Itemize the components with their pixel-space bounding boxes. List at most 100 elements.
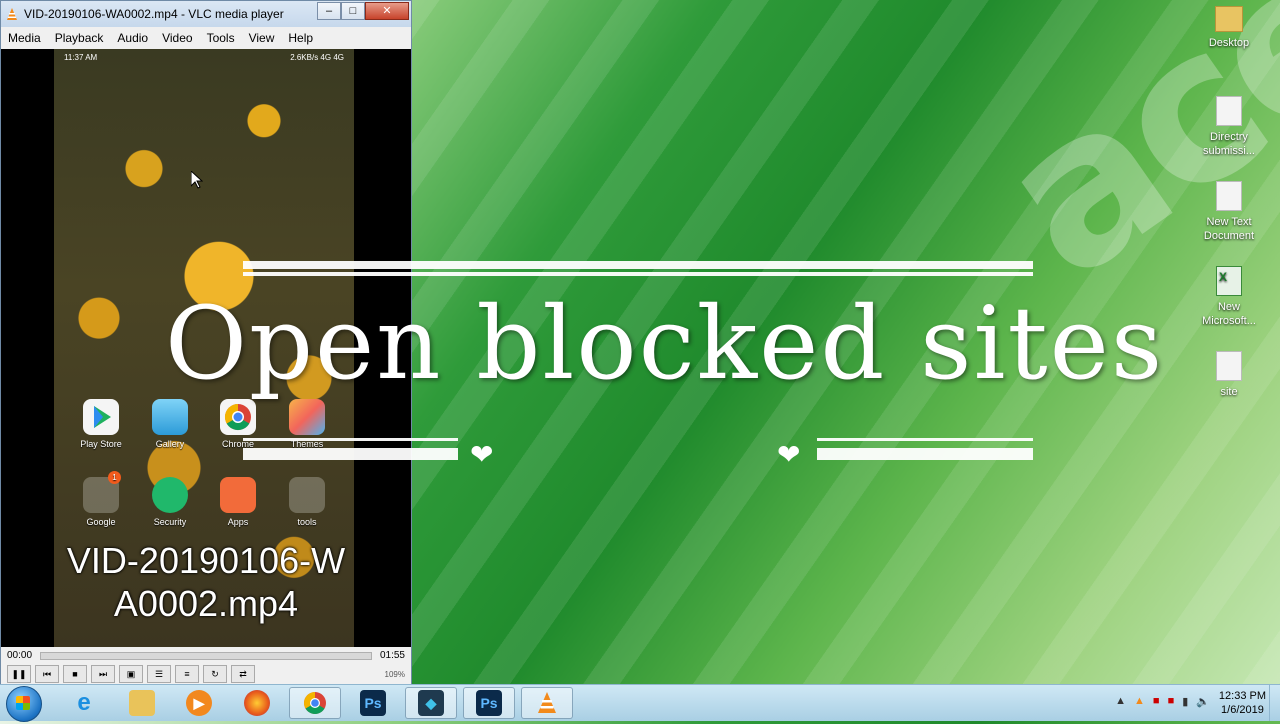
app-gallery: Gallery bbox=[140, 399, 200, 449]
shuffle-button[interactable]: ⇄ bbox=[231, 665, 255, 683]
firefox-icon bbox=[244, 690, 270, 716]
app-apps: Apps bbox=[208, 477, 268, 527]
text-file-icon bbox=[1216, 181, 1242, 211]
chrome-icon bbox=[302, 690, 328, 716]
show-desktop-button[interactable] bbox=[1269, 685, 1280, 721]
menu-video[interactable]: Video bbox=[155, 31, 199, 45]
app-label: Gallery bbox=[155, 439, 185, 449]
taskbar-photoshop[interactable]: Ps bbox=[347, 687, 399, 719]
playlist-button[interactable]: ≡ bbox=[175, 665, 199, 683]
menu-help[interactable]: Help bbox=[281, 31, 320, 45]
play-store-icon bbox=[83, 399, 119, 435]
time-elapsed: 00:00 bbox=[7, 650, 33, 661]
taskbar-photoshop-2[interactable]: Ps bbox=[463, 687, 515, 719]
app-google: 1 Google bbox=[71, 471, 131, 527]
next-button[interactable]: ⏭ bbox=[91, 665, 115, 683]
app-label: Security bbox=[153, 517, 187, 527]
taskbar-media-player[interactable]: ▶ bbox=[173, 687, 225, 719]
app-label: Google bbox=[86, 517, 116, 527]
vlc-cone-icon bbox=[538, 692, 556, 713]
desktop-icon-label: Directry submissi... bbox=[1203, 131, 1255, 157]
stop-button[interactable]: ■ bbox=[63, 665, 87, 683]
desktop-icon-label: New Text Document bbox=[1203, 216, 1255, 242]
gallery-icon bbox=[152, 399, 188, 435]
brush-stroke-bottom-right bbox=[817, 448, 1033, 460]
folder-icon bbox=[129, 690, 155, 716]
taskbar-kodi[interactable]: ◆ bbox=[405, 687, 457, 719]
desktop-icon-desktop[interactable]: Desktop bbox=[1191, 6, 1267, 50]
text-file-icon bbox=[1216, 96, 1242, 126]
taskbar: e ▶ Ps ◆ Ps ▲ ▲ ■ ■ ▮ 🔈 12:33 PM 1/6/201… bbox=[0, 684, 1280, 722]
caption-line-2: A0002.mp4 bbox=[113, 583, 299, 624]
app-play-store: Play Store bbox=[71, 399, 131, 449]
menu-audio[interactable]: Audio bbox=[110, 31, 155, 45]
photoshop-icon: Ps bbox=[360, 690, 386, 716]
vlc-titlebar[interactable]: VID-20190106-WA0002.mp4 - VLC media play… bbox=[1, 1, 411, 27]
start-button[interactable] bbox=[6, 686, 42, 722]
shield-icon bbox=[152, 477, 188, 513]
desktop-icon-label: site bbox=[1220, 386, 1238, 398]
taskbar-file-explorer[interactable] bbox=[116, 687, 168, 719]
time-total: 01:55 bbox=[379, 650, 405, 661]
heart-icon-left: ❤ bbox=[470, 439, 494, 470]
loop-button[interactable]: ↻ bbox=[203, 665, 227, 683]
app-label: Play Store bbox=[80, 439, 122, 449]
close-button[interactable]: ✕ bbox=[365, 2, 409, 20]
menu-view[interactable]: View bbox=[242, 31, 282, 45]
phone-network: 2.6KB/s 4G 4G bbox=[290, 53, 344, 62]
volume-icon[interactable]: 🔈 bbox=[1196, 695, 1210, 708]
app-tools: tools bbox=[277, 477, 337, 527]
menu-tools[interactable]: Tools bbox=[200, 31, 242, 45]
previous-button[interactable]: ⏮ bbox=[35, 665, 59, 683]
overlay-title: Open blocked sites bbox=[165, 285, 1165, 402]
desktop-icon-new-text-document[interactable]: New Text Document bbox=[1191, 181, 1267, 243]
tools-folder-icon bbox=[289, 477, 325, 513]
excel-file-icon bbox=[1216, 266, 1242, 296]
desktop-icon-directry[interactable]: Directry submissi... bbox=[1191, 96, 1267, 158]
mi-apps-icon bbox=[220, 477, 256, 513]
window-title: VID-20190106-WA0002.mp4 - VLC media play… bbox=[24, 7, 284, 21]
security-tray-icon[interactable]: ■ bbox=[1153, 695, 1160, 708]
taskbar-internet-explorer[interactable]: e bbox=[58, 687, 110, 719]
network-alert-icon[interactable]: ■ bbox=[1168, 695, 1175, 708]
phone-status-bar: 11:37 AM 2.6KB/s 4G 4G bbox=[64, 53, 344, 62]
taskbar-firefox[interactable] bbox=[231, 687, 283, 719]
notification-badge: 1 bbox=[108, 471, 121, 484]
app-label: tools bbox=[297, 517, 317, 527]
brush-stroke-bottom-right-thin bbox=[817, 438, 1033, 441]
volume-level[interactable]: 109% bbox=[385, 670, 405, 679]
desktop-icon-label: New Microsoft... bbox=[1202, 301, 1256, 327]
vlc-tray-icon[interactable]: ▲ bbox=[1134, 695, 1145, 708]
kodi-icon: ◆ bbox=[418, 690, 444, 716]
media-player-icon: ▶ bbox=[186, 690, 212, 716]
desktop-icon-label: Desktop bbox=[1208, 37, 1250, 49]
pause-button[interactable]: ❚❚ bbox=[7, 665, 31, 683]
extended-settings-button[interactable]: ☰ bbox=[147, 665, 171, 683]
system-tray: ▲ ▲ ■ ■ ▮ 🔈 bbox=[1115, 695, 1210, 708]
clock-time: 12:33 PM bbox=[1218, 690, 1266, 702]
fullscreen-button[interactable]: ▣ bbox=[119, 665, 143, 683]
photoshop-icon: Ps bbox=[476, 690, 502, 716]
app-label: Apps bbox=[227, 517, 249, 527]
taskbar-chrome[interactable] bbox=[289, 687, 341, 719]
menu-media[interactable]: Media bbox=[1, 31, 48, 45]
app-security: Security bbox=[140, 477, 200, 527]
video-filename-caption: VID-20190106-W A0002.mp4 bbox=[46, 539, 366, 625]
desktop-icon-site[interactable]: site bbox=[1191, 351, 1267, 399]
signal-icon[interactable]: ▮ bbox=[1182, 695, 1188, 708]
video-title-overlay: Open blocked sites ❤ ❤ bbox=[165, 255, 1162, 469]
clock-date: 1/6/2019 bbox=[1221, 704, 1264, 716]
system-clock[interactable]: 12:33 PM 1/6/2019 bbox=[1219, 689, 1266, 717]
show-hidden-icons-icon[interactable]: ▲ bbox=[1115, 695, 1126, 708]
seek-bar[interactable] bbox=[40, 651, 372, 660]
vlc-menubar: Media Playback Audio Video Tools View He… bbox=[1, 27, 411, 50]
internet-explorer-icon: e bbox=[77, 689, 91, 716]
brush-stroke-bottom-left bbox=[243, 448, 458, 460]
menu-playback[interactable]: Playback bbox=[48, 31, 111, 45]
minimize-button[interactable]: – bbox=[317, 2, 341, 20]
maximize-button[interactable]: □ bbox=[341, 2, 365, 20]
taskbar-vlc[interactable] bbox=[521, 687, 573, 719]
brush-stroke-top bbox=[243, 261, 1033, 269]
desktop-icon-new-microsoft[interactable]: New Microsoft... bbox=[1191, 266, 1267, 328]
caption-line-1: VID-20190106-W bbox=[66, 540, 346, 581]
